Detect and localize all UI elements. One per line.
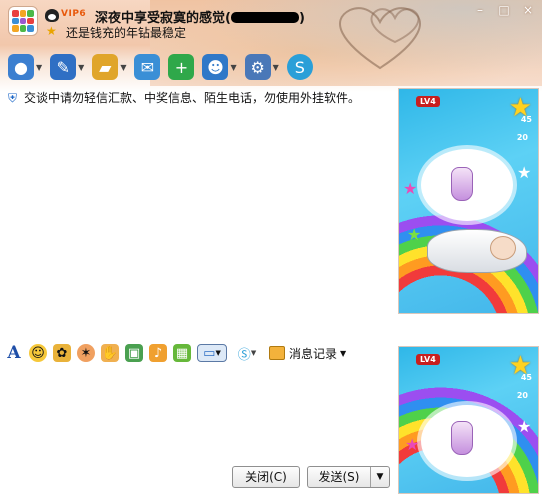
baby-bottle-icon <box>451 167 473 201</box>
star-icon: ★ <box>46 24 57 38</box>
music-icon[interactable]: ♪ <box>149 344 167 362</box>
mail-icon: ✉ <box>134 54 161 80</box>
heart-drawing <box>339 7 421 70</box>
soso-button[interactable]: S <box>286 52 313 82</box>
apps-button[interactable]: ⚙ ▼ <box>244 52 279 82</box>
emoji-icon[interactable]: ☺ <box>29 344 47 362</box>
message-history-label: 消息记录 <box>289 346 338 361</box>
minimize-button[interactable]: – <box>470 3 490 19</box>
send-sms-button[interactable]: ✉ <box>134 52 161 82</box>
qq-penguin-icon <box>45 9 59 22</box>
people-icon: ☻ <box>202 54 229 80</box>
gift-icon[interactable]: ▦ <box>173 344 191 362</box>
contact-signature: 还是钱充的年钻最稳定 <box>66 26 187 40</box>
doodle-icon[interactable]: ✶ <box>77 344 95 362</box>
chevron-down-icon[interactable]: ▼ <box>36 63 42 72</box>
chat-window: VIP6 深夜中享受寂寞的感觉() ★ 还是钱充的年钻最稳定 – □ × ● ▼ … <box>0 0 542 494</box>
app-logo <box>8 6 38 36</box>
level-badge: LV4 <box>416 96 440 107</box>
maximize-button[interactable]: □ <box>494 3 514 19</box>
chevron-down-icon[interactable]: ▼ <box>230 63 236 72</box>
contact-qq-show[interactable]: LV4 ★ 45 20 ★ ★ ★ <box>398 88 539 314</box>
chevron-down-icon: ▼ <box>215 349 221 357</box>
close-button[interactable]: 关闭(C) <box>232 466 300 488</box>
window-controls: – □ × <box>470 3 538 19</box>
close-window-button[interactable]: × <box>518 3 538 19</box>
send-image-icon[interactable]: ▣ <box>125 344 143 362</box>
chevron-down-icon[interactable]: ▼ <box>78 63 84 72</box>
s-logo-icon: S <box>286 54 313 80</box>
gear-icon: ⚙ <box>244 54 271 80</box>
toolbar: ● ▼ ✎ ▼ ▰ ▼ ✉ + ☻ ▼ ⚙ ▼ S <box>8 52 321 82</box>
send-label: 发送(S) <box>308 467 371 487</box>
star-icon: ★ <box>405 435 420 454</box>
level-badge: LV4 <box>416 354 440 365</box>
create-discussion-button[interactable]: + <box>168 52 195 82</box>
magic-emoji-icon[interactable]: ✿ <box>53 344 71 362</box>
group-add-icon: + <box>168 54 195 80</box>
send-file-button[interactable]: ▰ ▼ <box>92 52 126 82</box>
webcam-icon: ● <box>8 54 34 80</box>
history-icon <box>269 346 285 360</box>
remote-assist-button[interactable]: ☻ ▼ <box>202 52 237 82</box>
soso-small-icon[interactable]: Ⓢ ▼ <box>233 344 261 363</box>
format-toolbar: A ☺ ✿ ✶ ✋ ▣ ♪ ▦ ▭ ▼ Ⓢ ▼ 消息记录 ▼ <box>5 340 395 366</box>
send-options-dropdown[interactable]: ▼ <box>371 467 389 487</box>
self-qq-show[interactable]: LV4 ★ 45 20 ★ ★ <box>398 346 539 494</box>
chevron-down-icon[interactable]: ▼ <box>273 63 279 72</box>
nudge-icon[interactable]: ✋ <box>101 344 119 362</box>
score-45: 45 <box>520 373 532 382</box>
screenshot-icon: ▭ <box>203 345 216 361</box>
screenshot-button[interactable]: ▭ ▼ <box>197 344 227 362</box>
score-45: 45 <box>520 115 532 124</box>
video-call-button[interactable]: ● ▼ <box>8 52 42 82</box>
voice-call-button[interactable]: ✎ ▼ <box>50 52 84 82</box>
chevron-down-icon[interactable]: ▼ <box>120 63 126 72</box>
redacted-number <box>230 12 299 23</box>
sleeping-baby <box>427 229 527 273</box>
send-button[interactable]: 发送(S) ▼ <box>307 466 390 488</box>
message-history-area[interactable] <box>0 104 395 334</box>
shield-icon: ⛨ <box>8 90 18 105</box>
star-icon: ★ <box>407 225 422 244</box>
score-20: 20 <box>516 133 528 142</box>
folder-icon: ▰ <box>92 54 119 80</box>
star-icon: ★ <box>517 417 532 436</box>
star-icon: ★ <box>517 163 532 182</box>
star-icon: ★ <box>403 179 418 198</box>
score-20: 20 <box>516 391 528 400</box>
baby-bottle-icon <box>451 421 473 455</box>
vip-badge: VIP6 <box>61 9 87 19</box>
chevron-down-icon: ▼ <box>340 348 347 358</box>
contact-name-suffix: ) <box>298 11 305 26</box>
message-history-button[interactable]: 消息记录 ▼ <box>269 345 346 362</box>
font-button[interactable]: A <box>5 343 23 363</box>
message-input[interactable] <box>0 368 395 462</box>
microphone-icon: ✎ <box>50 54 77 80</box>
